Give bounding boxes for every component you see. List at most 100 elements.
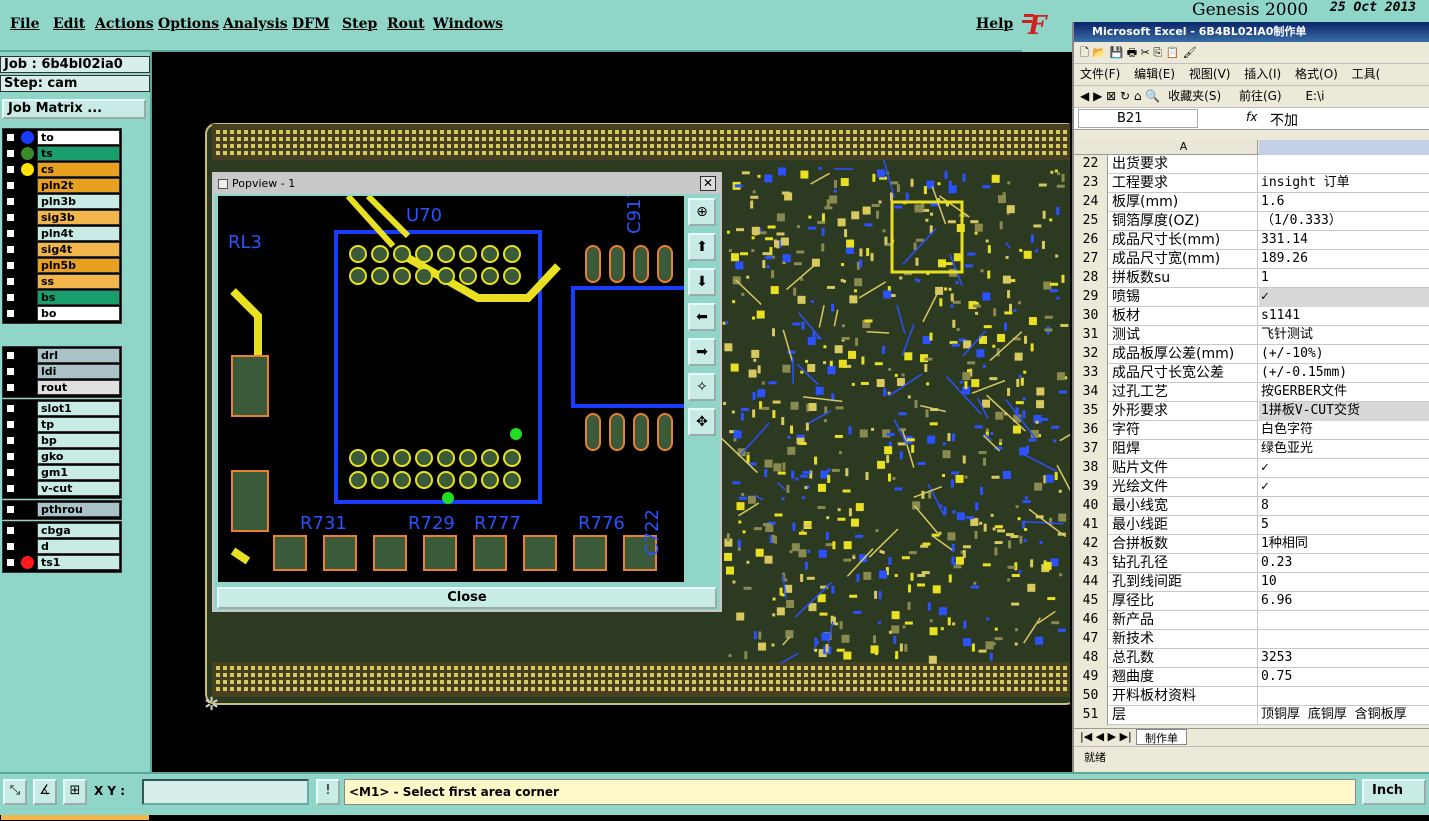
row-number[interactable]: 34	[1074, 383, 1108, 402]
layer-row-pln4t[interactable]: pln4t	[3, 226, 120, 241]
alert-icon[interactable]: !	[316, 779, 340, 805]
row-number[interactable]: 30	[1074, 307, 1108, 326]
layer-name[interactable]: cs	[37, 162, 120, 177]
cell-a[interactable]: 最小线距	[1110, 516, 1258, 535]
job-matrix-button[interactable]: Job Matrix ...	[2, 99, 146, 119]
layer-checkbox[interactable]	[5, 196, 16, 207]
excel-menu-view[interactable]: 视图(V)	[1189, 67, 1231, 81]
excel-menu-file[interactable]: 文件(F)	[1080, 67, 1120, 81]
layer-row-to[interactable]: to	[3, 130, 120, 145]
row-number[interactable]: 42	[1074, 535, 1108, 554]
layer-name[interactable]: pln3b	[37, 194, 120, 209]
forward-icon[interactable]: ▶	[1093, 89, 1102, 103]
layer-name[interactable]: pln2t	[37, 178, 120, 193]
cell-a[interactable]: 成品板厚公差(mm)	[1110, 345, 1258, 364]
table-row[interactable]: 35外形要求1拼板V-CUT交货	[1074, 402, 1429, 421]
menu-rout[interactable]: Rout	[387, 16, 425, 32]
layer-name[interactable]: drl	[37, 348, 120, 363]
layer-name[interactable]: ss	[37, 274, 120, 289]
layer-row-ss[interactable]: ss	[3, 274, 120, 289]
layer-name[interactable]: pthrou	[37, 502, 120, 517]
layer-checkbox[interactable]	[5, 244, 16, 255]
menu-options[interactable]: Options	[158, 16, 219, 32]
save-icon[interactable]: 💾	[1110, 46, 1124, 59]
row-number[interactable]: 26	[1074, 231, 1108, 250]
layer-checkbox[interactable]	[5, 350, 16, 361]
layer-row-pln3b[interactable]: pln3b	[3, 194, 120, 209]
cell-a[interactable]: 层	[1110, 706, 1258, 725]
layer-row-drl[interactable]: drl	[3, 348, 120, 363]
layer-name[interactable]: sig4t	[37, 242, 120, 257]
layer-name[interactable]: pln5b	[37, 258, 120, 273]
layer-checkbox[interactable]	[5, 451, 16, 462]
menu-dfm[interactable]: DFM	[292, 16, 330, 32]
table-row[interactable]: 47新技术	[1074, 630, 1429, 649]
table-row[interactable]: 27成品尺寸宽(mm)189.26	[1074, 250, 1429, 269]
row-number[interactable]: 31	[1074, 326, 1108, 345]
table-row[interactable]: 28拼板数su1	[1074, 269, 1429, 288]
new-icon[interactable]: 🗋	[1080, 46, 1089, 59]
cell-b[interactable]: 白色字符	[1259, 421, 1429, 440]
layer-name[interactable]: bs	[37, 290, 120, 305]
cell-a[interactable]: 翘曲度	[1110, 668, 1258, 687]
sheet-nav-icons[interactable]: |◀ ◀ ▶ ▶|	[1080, 730, 1132, 743]
layer-row-gm1[interactable]: gm1	[3, 465, 120, 480]
row-number[interactable]: 48	[1074, 649, 1108, 668]
layer-row-sig4t[interactable]: sig4t	[3, 242, 120, 257]
table-row[interactable]: 44孔到线间距10	[1074, 573, 1429, 592]
row-number[interactable]: 46	[1074, 611, 1108, 630]
layer-name[interactable]: sig3b	[37, 210, 120, 225]
cell-a[interactable]: 过孔工艺	[1110, 383, 1258, 402]
row-number[interactable]: 37	[1074, 440, 1108, 459]
fit-tool-icon[interactable]: ✥	[688, 408, 716, 436]
table-row[interactable]: 37阻焊绿色亚光	[1074, 440, 1429, 459]
popview-zoom-view[interactable]: U70RL3C917R731R729R777R776C722	[218, 196, 684, 582]
layer-row-slot1[interactable]: slot1	[3, 401, 120, 416]
menu-help[interactable]: Help	[976, 16, 1013, 32]
cell-b[interactable]: 飞针测试	[1259, 326, 1429, 345]
cell-a[interactable]: 成品尺寸宽(mm)	[1110, 250, 1258, 269]
address-field[interactable]: E:\i	[1305, 89, 1324, 103]
table-row[interactable]: 41最小线距5	[1074, 516, 1429, 535]
layer-row-d[interactable]: d	[3, 539, 120, 554]
cell-a[interactable]: 新技术	[1110, 630, 1258, 649]
cell-a[interactable]: 板材	[1110, 307, 1258, 326]
layer-name[interactable]: tp	[37, 417, 120, 432]
paste-icon[interactable]: 📋	[1166, 46, 1180, 59]
cell-b[interactable]: 1	[1259, 269, 1429, 288]
layer-checkbox[interactable]	[5, 504, 16, 515]
layer-row-rout[interactable]: rout	[3, 380, 120, 395]
table-row[interactable]: 24板厚(mm)1.6	[1074, 193, 1429, 212]
menu-windows[interactable]: Windows	[433, 16, 503, 32]
row-number[interactable]: 41	[1074, 516, 1108, 535]
table-row[interactable]: 40最小线宽8	[1074, 497, 1429, 516]
excel-window[interactable]: Microsoft Excel - 6B4BL02IA0制作单 🗋 📂 💾 🖶 …	[1072, 22, 1429, 772]
go-menu[interactable]: 前往(G)	[1239, 89, 1282, 103]
row-number[interactable]: 39	[1074, 478, 1108, 497]
cell-a[interactable]: 工程要求	[1110, 174, 1258, 193]
layer-checkbox[interactable]	[5, 435, 16, 446]
table-row[interactable]: 38贴片文件✓	[1074, 459, 1429, 478]
layer-name[interactable]: gm1	[37, 465, 120, 480]
layer-checkbox[interactable]	[5, 366, 16, 377]
cut-icon[interactable]: ✂	[1141, 46, 1150, 59]
layer-row-tp[interactable]: tp	[3, 417, 120, 432]
cell-a[interactable]: 外形要求	[1110, 402, 1258, 421]
layer-name[interactable]: to	[37, 130, 120, 145]
layer-row-v-cut[interactable]: v-cut	[3, 481, 120, 496]
name-box[interactable]: B21	[1078, 109, 1198, 128]
cell-b[interactable]: 顶铜厚 底铜厚 含铜板厚	[1259, 706, 1429, 725]
cell-a[interactable]: 光绘文件	[1110, 478, 1258, 497]
cell-a[interactable]: 钻孔孔径	[1110, 554, 1258, 573]
cell-b[interactable]: 1拼板V-CUT交货	[1259, 402, 1429, 421]
row-number[interactable]: 27	[1074, 250, 1108, 269]
cell-b[interactable]: (+/-10%)	[1259, 345, 1429, 364]
menu-file[interactable]: File	[10, 16, 39, 32]
cell-a[interactable]: 孔到线间距	[1110, 573, 1258, 592]
cell-b[interactable]: 189.26	[1259, 250, 1429, 269]
cell-b[interactable]	[1259, 155, 1429, 174]
layer-checkbox[interactable]	[5, 541, 16, 552]
layer-row-pthrou[interactable]: pthrou	[3, 502, 120, 517]
cell-b[interactable]: insight 订单	[1259, 174, 1429, 193]
layer-row-cbga[interactable]: cbga	[3, 523, 120, 538]
